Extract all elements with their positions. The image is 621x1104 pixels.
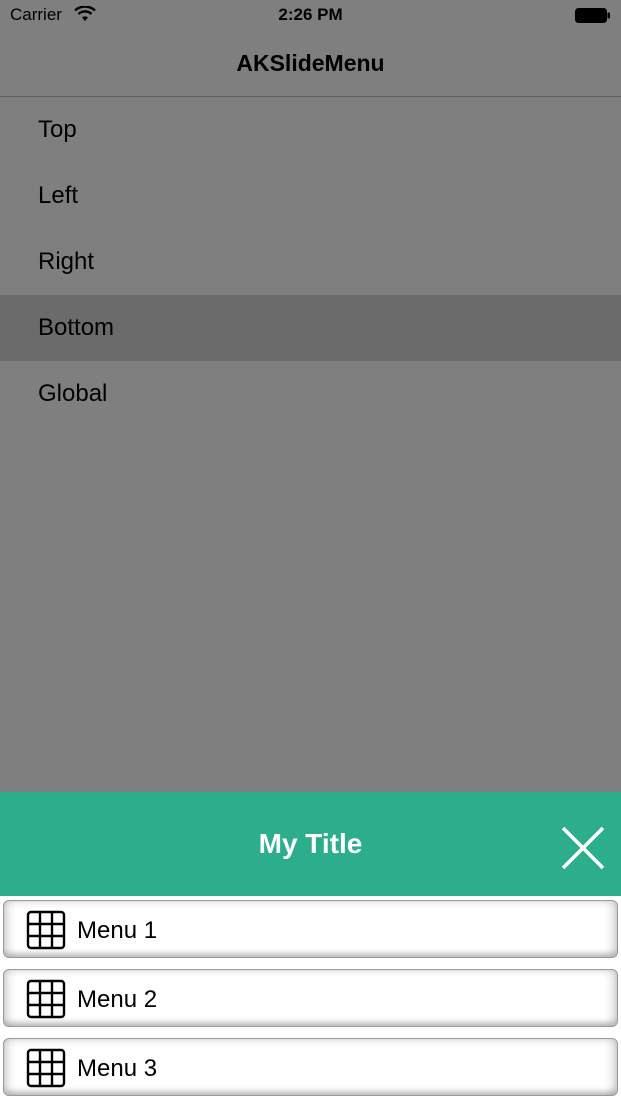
slide-menu-item-label: Menu 2 [77,986,158,1013]
bottom-slide-menu: My Title Menu 1 Menu 2 Menu 3 [0,792,621,1104]
slide-menu-item-2[interactable]: Menu 2 [3,969,618,1027]
status-bar: Carrier 2:26 PM [0,0,621,32]
menu-item-label: Top [38,116,77,143]
slide-menu-item-1[interactable]: Menu 1 [3,900,618,958]
grid-icon [26,910,66,950]
slide-menu-header: My Title [0,792,621,896]
menu-item-label: Global [38,380,108,407]
close-icon [561,826,605,870]
menu-item-top[interactable]: Top [0,97,621,163]
menu-item-bottom[interactable]: Bottom [0,295,621,361]
grid-icon [26,1048,66,1088]
page-title: AKSlideMenu [236,50,385,76]
menu-item-left[interactable]: Left [0,163,621,229]
slide-menu-item-3[interactable]: Menu 3 [3,1038,618,1096]
slide-menu-item-label: Menu 1 [77,917,158,944]
navigation-bar: AKSlideMenu [0,32,621,97]
battery-icon [575,8,610,23]
menu-item-global[interactable]: Global [0,361,621,427]
slide-menu-item-label: Menu 3 [77,1055,158,1082]
menu-item-label: Right [38,248,95,275]
slide-menu-title: My Title [258,828,363,859]
menu-item-right[interactable]: Right [0,229,621,295]
grid-icon [26,979,66,1019]
status-time: 2:26 PM [278,5,343,24]
menu-item-label: Left [38,182,79,209]
menu-item-label: Bottom [38,314,115,341]
menu-list: Top Left Right Bottom Global [0,97,621,427]
close-button[interactable] [558,826,608,870]
